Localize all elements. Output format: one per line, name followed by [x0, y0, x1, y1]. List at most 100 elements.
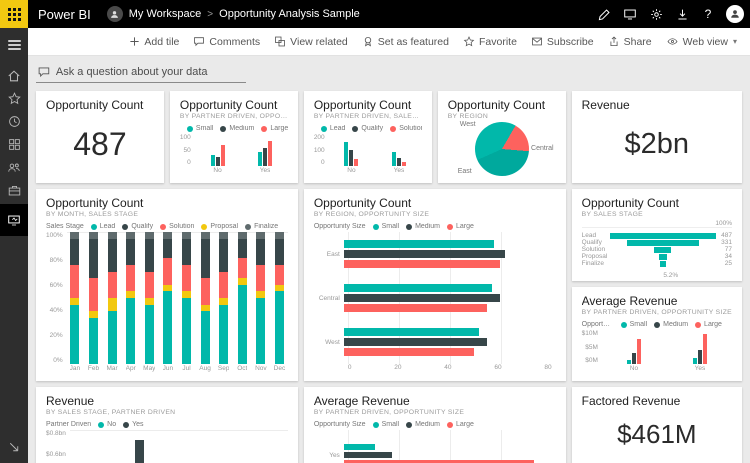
tile-count-by-region-pie[interactable]: Opportunity Count BY REGION West Central…: [438, 91, 566, 183]
bar-chart[interactable]: YesNo: [314, 430, 556, 463]
legend-items: LeadQualifySolution: [321, 125, 422, 132]
nav-shared-button[interactable]: [0, 156, 28, 179]
pie-chart[interactable]: West Central East: [448, 121, 556, 176]
pie-label-east: East: [458, 168, 472, 175]
right-tile-column: Opportunity Count BY SALES STAGE 100%Lea…: [572, 189, 742, 381]
tile-average-revenue-by-partner-size[interactable]: Average Revenue BY PARTNER DRIVEN, OPPOR…: [572, 287, 742, 381]
tile-title: Revenue: [46, 394, 288, 408]
clock-icon: [8, 115, 21, 128]
chart-legend: Partner Driven NoYes: [46, 421, 288, 428]
tile-title: Opportunity Count: [46, 196, 288, 210]
tile-subtitle: BY SALES STAGE: [582, 210, 732, 219]
share-button[interactable]: Share: [601, 28, 659, 55]
nav-expand-button[interactable]: [0, 435, 28, 458]
brand-logo[interactable]: Power BI: [38, 7, 91, 22]
add-tile-label: Add tile: [144, 36, 179, 48]
tile-subtitle: BY PARTNER DRIVEN, OPPORTUNITY SIZE: [180, 112, 288, 121]
person-icon: [110, 10, 119, 19]
funnel-chart[interactable]: 100%Lead487Qualify331Solution77Proposal3…: [582, 219, 732, 274]
header-actions: ?: [592, 2, 750, 26]
chart-legend: Opportunity Size SmallMediumLarge: [314, 223, 556, 230]
legend-items: LeadQualifySolutionProposalFinalize: [91, 223, 278, 230]
comments-label: Comments: [209, 36, 260, 48]
legend-items: NoYes: [98, 421, 143, 428]
view-related-button[interactable]: View related: [267, 28, 355, 55]
pie-graphic[interactable]: [475, 122, 529, 176]
comments-button[interactable]: Comments: [186, 28, 267, 55]
tile-title: Opportunity Count: [448, 98, 556, 112]
legend-items: SmallMediumLarge: [621, 321, 722, 328]
tile-opportunity-count-card[interactable]: Opportunity Count 487: [36, 91, 164, 183]
edit-button[interactable]: [592, 2, 616, 26]
tile-factored-revenue-card[interactable]: Factored Revenue $461M: [572, 387, 742, 463]
app-header: Power BI My Workspace > Opportunity Anal…: [0, 0, 750, 28]
download-button[interactable]: [670, 2, 694, 26]
tile-revenue-by-sales-stage-partner[interactable]: Revenue BY SALES STAGE, PARTNER DRIVEN P…: [36, 387, 298, 463]
tile-title: Opportunity Count: [180, 98, 288, 112]
column-chart[interactable]: 100500NoYes: [180, 134, 288, 176]
tile-count-funnel-by-sales-stage[interactable]: Opportunity Count BY SALES STAGE 100%Lea…: [572, 189, 742, 281]
nav-home-button[interactable]: [0, 64, 28, 87]
set-featured-button[interactable]: Set as featured: [355, 28, 456, 55]
hamburger-icon: [8, 38, 21, 52]
tile-count-by-region-opportunity-size[interactable]: Opportunity Count BY REGION, OPPORTUNITY…: [304, 189, 566, 381]
kpi-value: $461M: [582, 408, 732, 460]
dashboard-canvas: Opportunity Count 487 Opportunity Count …: [28, 56, 750, 463]
web-view-dropdown[interactable]: Web view ▾: [659, 28, 744, 55]
nav-my-workspace-active[interactable]: [0, 204, 28, 236]
waffle-icon: [8, 8, 21, 21]
pie-label-west: West: [460, 121, 476, 128]
help-button[interactable]: ?: [696, 2, 720, 26]
legend-items: SmallMediumLarge: [187, 125, 288, 132]
qa-input[interactable]: [56, 66, 244, 78]
tile-subtitle: BY SALES STAGE, PARTNER DRIVEN: [46, 408, 288, 417]
nav-favorites-button[interactable]: [0, 87, 28, 110]
pie-label-central: Central: [531, 145, 554, 152]
eye-icon: [666, 36, 679, 47]
chevron-down-icon: ▾: [733, 37, 737, 46]
account-avatar[interactable]: [726, 5, 744, 23]
bar-chart[interactable]: EastCentralWest020406080: [314, 232, 556, 374]
comment-icon: [193, 36, 205, 47]
tile-title: Factored Revenue: [582, 394, 732, 408]
tile-subtitle: BY REGION, OPPORTUNITY SIZE: [314, 210, 556, 219]
tile-title: Opportunity Count: [314, 196, 556, 210]
legend-title: Partner Driven: [46, 421, 91, 428]
display-button[interactable]: [618, 2, 642, 26]
chart-legend: Sales Stage LeadQualifySolution: [314, 125, 422, 132]
add-tile-button[interactable]: Add tile: [122, 28, 186, 55]
column-chart[interactable]: 2001000NoYes: [314, 134, 422, 176]
left-nav: [0, 28, 28, 463]
briefcase-icon: [8, 184, 21, 197]
tile-count-by-month-sales-stage[interactable]: Opportunity Count BY MONTH, SALES STAGE …: [36, 189, 298, 381]
chart-legend: Sales Stage LeadQualifySolutionProposalF…: [46, 223, 288, 230]
tile-title: Opportunity Count: [314, 98, 422, 112]
column-chart[interactable]: $10M$5M$0MNoYes: [582, 330, 732, 374]
qa-box[interactable]: [36, 62, 246, 83]
legend-title: Opportunity Size: [314, 223, 366, 230]
workspace-avatar[interactable]: [107, 6, 123, 22]
legend-title: Sales Stage: [46, 223, 84, 230]
person-icon: [730, 9, 740, 19]
dashboard-toolbar: Add tile Comments View related Set as fe…: [28, 28, 750, 56]
tile-average-revenue-by-partner-size-bar[interactable]: Average Revenue BY PARTNER DRIVEN, OPPOR…: [304, 387, 566, 463]
breadcrumb-workspace[interactable]: My Workspace: [129, 8, 202, 20]
tile-count-by-partner-opportunity-size[interactable]: Opportunity Count BY PARTNER DRIVEN, OPP…: [170, 91, 298, 183]
column-chart[interactable]: $0.8bn$0.6bn$0.4bn$0.2bn$0.0bnLeadQualif…: [46, 430, 288, 463]
nav-recent-button[interactable]: [0, 110, 28, 133]
tile-revenue-card[interactable]: Revenue $2bn: [572, 91, 742, 183]
subscribe-button[interactable]: Subscribe: [524, 28, 601, 55]
share-icon: [608, 36, 620, 47]
tile-subtitle: BY PARTNER DRIVEN, OPPORTUNITY SIZE: [582, 308, 732, 317]
app-launcher-button[interactable]: [0, 0, 28, 28]
settings-button[interactable]: [644, 2, 668, 26]
legend-title: Opportunity Size: [314, 421, 366, 428]
nav-menu-button[interactable]: [0, 33, 28, 56]
favorite-button[interactable]: Favorite: [456, 28, 524, 55]
stacked-column-chart[interactable]: 100%80%60%40%20%0%JanFebMarAprMayJunJulA…: [46, 232, 288, 374]
tile-count-by-partner-sales-stage[interactable]: Opportunity Count BY PARTNER DRIVEN, SAL…: [304, 91, 432, 183]
nav-apps-button[interactable]: [0, 133, 28, 156]
plus-icon: [129, 36, 140, 47]
nav-workspaces-button[interactable]: [0, 179, 28, 202]
chart-legend: Opportunity Size SmallMediumLarge: [180, 125, 288, 132]
